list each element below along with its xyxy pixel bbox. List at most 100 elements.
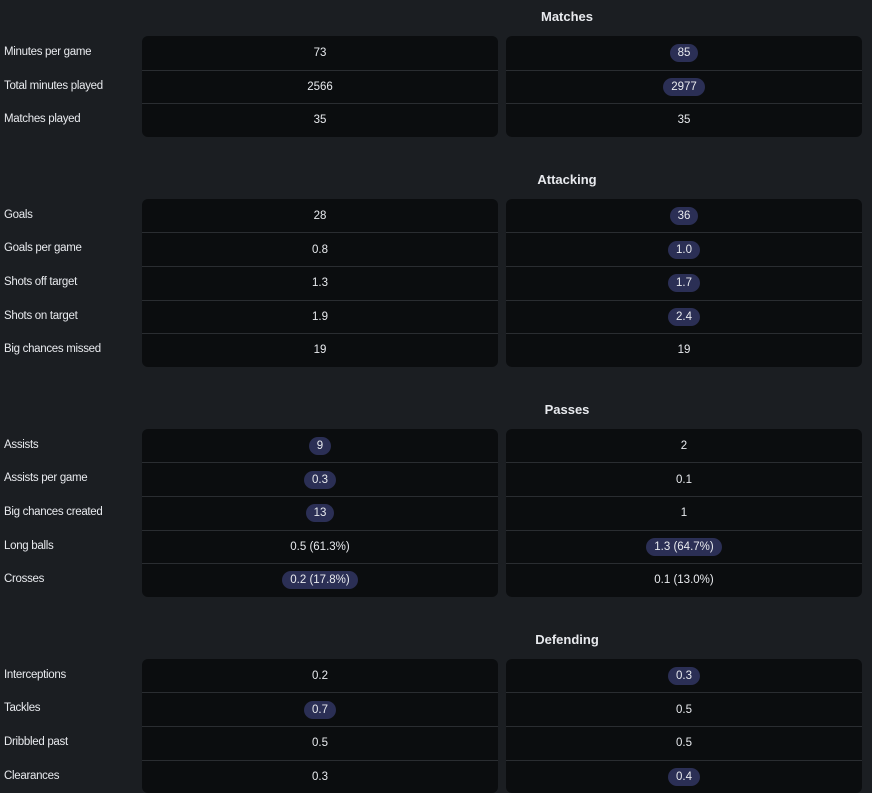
left-value: 2566 — [307, 81, 333, 93]
stat-row: 9 — [142, 429, 498, 463]
stat-label: Assists — [0, 429, 142, 463]
section-title: Passes — [0, 393, 872, 429]
stat-row: 0.4 — [506, 760, 862, 793]
stat-row: 2566 — [142, 70, 498, 104]
right-value-highlighted: 0.3 — [668, 667, 700, 685]
stat-row: 19 — [506, 333, 862, 367]
stat-row: 35 — [506, 103, 862, 137]
left-value-highlighted: 13 — [306, 504, 335, 522]
right-value-highlighted: 1.7 — [668, 274, 700, 292]
stat-row: 28 — [142, 199, 498, 233]
section-title: Matches — [0, 0, 872, 36]
stat-row: 35 — [142, 103, 498, 137]
spacer — [0, 367, 872, 393]
stat-row: 1 — [506, 496, 862, 530]
section-matches: MatchesMinutes per gameTotal minutes pla… — [0, 0, 872, 137]
left-value: 0.5 (61.3%) — [290, 541, 349, 553]
stat-label: Big chances created — [0, 496, 142, 530]
section-passes: PassesAssistsAssists per gameBig chances… — [0, 393, 872, 597]
left-value: 0.3 — [312, 771, 328, 783]
stat-row: 0.1 (13.0%) — [506, 563, 862, 597]
left-value: 28 — [314, 210, 327, 222]
left-value: 19 — [314, 344, 327, 356]
stat-label: Minutes per game — [0, 36, 142, 70]
spacer — [0, 597, 872, 623]
left-value-highlighted: 9 — [309, 437, 331, 455]
stat-label: Assists per game — [0, 462, 142, 496]
stat-row: 1.7 — [506, 266, 862, 300]
left-value: 0.2 — [312, 670, 328, 682]
stat-row: 1.3 (64.7%) — [506, 530, 862, 564]
stat-row: 85 — [506, 36, 862, 70]
stat-row: 0.5 (61.3%) — [142, 530, 498, 564]
stat-row: 73 — [142, 36, 498, 70]
left-value: 0.8 — [312, 244, 328, 256]
stat-row: 2.4 — [506, 300, 862, 334]
right-player-card: 85 2977 35 — [506, 36, 862, 137]
left-value: 35 — [314, 114, 327, 126]
stat-row: 0.5 — [506, 692, 862, 726]
section-title: Attacking — [0, 163, 872, 199]
stat-row: 19 — [142, 333, 498, 367]
left-value: 73 — [314, 47, 327, 59]
stat-row: 0.3 — [142, 462, 498, 496]
left-player-card: 73 2566 35 — [142, 36, 498, 137]
left-player-card: 28 0.8 1.3 1.9 19 — [142, 199, 498, 367]
stat-row: 2977 — [506, 70, 862, 104]
left-player-card: 0.2 0.7 0.5 0.3 — [142, 659, 498, 793]
right-value-highlighted: 0.4 — [668, 768, 700, 786]
left-player-card: 9 0.3 13 0.5 (61.3%) 0.2 (17.8%) — [142, 429, 498, 597]
stat-row: 1.9 — [142, 300, 498, 334]
stat-label: Long balls — [0, 530, 142, 564]
stat-row: 0.7 — [142, 692, 498, 726]
section-attacking: AttackingGoalsGoals per gameShots off ta… — [0, 163, 872, 367]
stat-row: 0.1 — [506, 462, 862, 496]
right-value: 0.1 (13.0%) — [654, 574, 713, 586]
spacer — [0, 137, 872, 163]
right-value-highlighted: 1.0 — [668, 241, 700, 259]
stat-label: Interceptions — [0, 659, 142, 693]
stat-label: Dribbled past — [0, 726, 142, 760]
right-value: 0.5 — [676, 737, 692, 749]
stat-row: 36 — [506, 199, 862, 233]
right-value: 35 — [678, 114, 691, 126]
stat-label: Goals per game — [0, 232, 142, 266]
stats-comparison: MatchesMinutes per gameTotal minutes pla… — [0, 0, 872, 793]
right-value: 2 — [681, 440, 687, 452]
left-value-highlighted: 0.3 — [304, 471, 336, 489]
right-value-highlighted: 85 — [670, 44, 699, 62]
section-title: Defending — [0, 623, 872, 659]
stat-row: 1.0 — [506, 232, 862, 266]
stat-label: Shots off target — [0, 266, 142, 300]
stat-row: 0.2 — [142, 659, 498, 693]
stat-label: Clearances — [0, 760, 142, 793]
stat-row: 0.2 (17.8%) — [142, 563, 498, 597]
right-value-highlighted: 2977 — [663, 78, 705, 96]
stat-row: 0.5 — [142, 726, 498, 760]
right-value-highlighted: 2.4 — [668, 308, 700, 326]
right-player-card: 0.3 0.5 0.5 0.4 — [506, 659, 862, 793]
right-value: 0.5 — [676, 704, 692, 716]
left-value: 1.3 — [312, 277, 328, 289]
stat-row: 0.3 — [506, 659, 862, 693]
stat-row: 0.5 — [506, 726, 862, 760]
right-player-card: 2 0.1 1 1.3 (64.7%) 0.1 (13.0%) — [506, 429, 862, 597]
stat-row: 0.3 — [142, 760, 498, 793]
stat-row: 2 — [506, 429, 862, 463]
stat-label: Big chances missed — [0, 333, 142, 367]
left-value-highlighted: 0.2 (17.8%) — [282, 571, 357, 589]
stat-row: 13 — [142, 496, 498, 530]
stat-label: Total minutes played — [0, 70, 142, 104]
stat-row: 1.3 — [142, 266, 498, 300]
stat-label: Shots on target — [0, 300, 142, 334]
left-value: 1.9 — [312, 311, 328, 323]
stat-label: Goals — [0, 199, 142, 233]
stat-row: 0.8 — [142, 232, 498, 266]
right-player-card: 36 1.0 1.7 2.4 19 — [506, 199, 862, 367]
right-value-highlighted: 1.3 (64.7%) — [646, 538, 721, 556]
section-defending: DefendingInterceptionsTacklesDribbled pa… — [0, 623, 872, 793]
right-value: 0.1 — [676, 474, 692, 486]
left-value-highlighted: 0.7 — [304, 701, 336, 719]
stat-label: Matches played — [0, 103, 142, 137]
stat-label: Tackles — [0, 692, 142, 726]
